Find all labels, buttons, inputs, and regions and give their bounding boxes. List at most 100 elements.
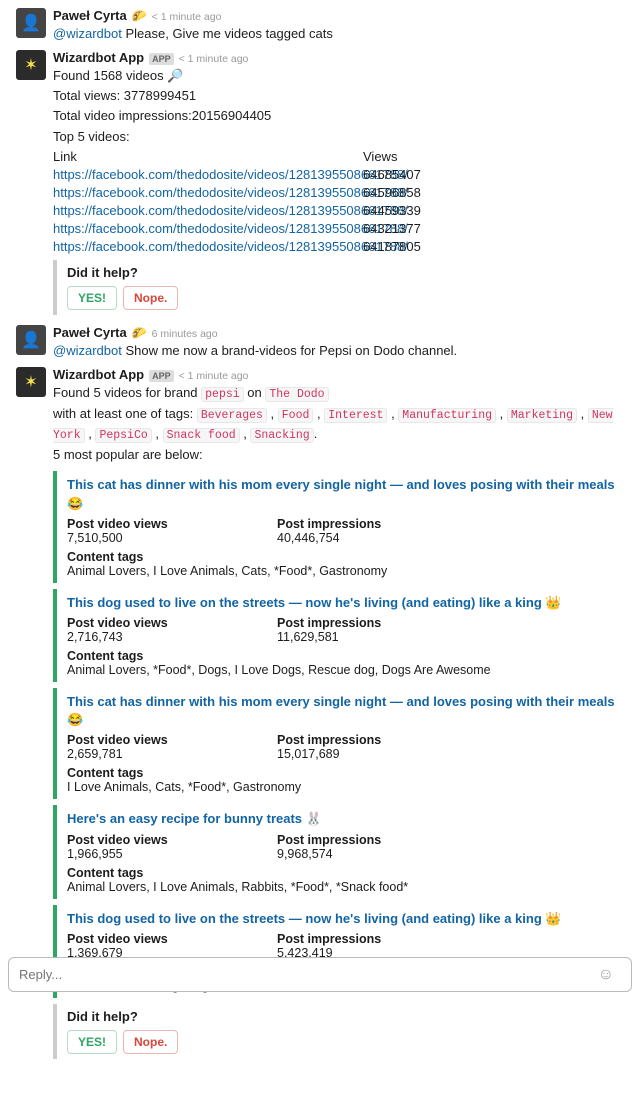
content-tags: Animal Lovers, I Love Animals, Cats, *Fo…	[67, 564, 624, 578]
content-tags: Animal Lovers, *Food*, Dogs, I Love Dogs…	[67, 663, 624, 677]
video-link[interactable]: https://facebook.com/thedodosite/videos/…	[53, 203, 408, 218]
views-value: 2,716,743	[67, 630, 277, 644]
tag-code: Manufacturing	[398, 408, 496, 423]
author-name[interactable]: Paweł Cyrta	[53, 8, 127, 23]
timestamp: < 1 minute ago	[152, 11, 222, 23]
content-tags-label: Content tags	[67, 766, 624, 780]
table-row: https://facebook.com/thedodosite/videos/…	[53, 167, 624, 182]
reply-box: ☺	[8, 957, 632, 992]
impressions-label: Post impressions	[277, 733, 487, 747]
avatar: ✶	[16, 367, 46, 397]
timestamp: 6 minutes ago	[152, 328, 218, 340]
impressions-label: Post impressions	[277, 616, 487, 630]
brand-code: pepsi	[201, 387, 244, 402]
video-link[interactable]: https://facebook.com/thedodosite/videos/…	[53, 221, 408, 236]
impressions-value: 9,968,574	[277, 847, 487, 861]
help-question: Did it help?	[67, 265, 624, 280]
avatar: 👤	[16, 8, 46, 38]
video-attachment: This cat has dinner with his mom every s…	[53, 688, 624, 799]
author-name[interactable]: Paweł Cyrta	[53, 325, 127, 340]
video-link[interactable]: https://facebook.com/thedodosite/videos/…	[53, 239, 408, 254]
views-label: Post video views	[67, 833, 277, 847]
views-label: Post video views	[67, 932, 277, 946]
video-title[interactable]: This dog used to live on the streets — n…	[67, 594, 624, 612]
th-views: Views	[363, 149, 443, 164]
content-tags: I Love Animals, Cats, *Food*, Gastronomy	[67, 780, 624, 794]
tag-code: Snacking	[250, 428, 313, 443]
views-cell: 64459339	[363, 203, 443, 218]
views-value: 2,659,781	[67, 747, 277, 761]
views-value: 7,510,500	[67, 531, 277, 545]
video-attachment: This dog used to live on the streets — n…	[53, 589, 624, 682]
views-cell: 64685407	[363, 167, 443, 182]
content-tags-label: Content tags	[67, 649, 624, 663]
impressions-label: Post impressions	[277, 932, 487, 946]
mention[interactable]: @wizardbot	[53, 26, 122, 41]
nope-button[interactable]: Nope.	[123, 286, 178, 310]
videos-table: Link Views https://facebook.com/thedodos…	[53, 149, 624, 254]
content-tags-label: Content tags	[67, 550, 624, 564]
help-question: Did it help?	[67, 1009, 624, 1024]
impressions-label: Post impressions	[277, 517, 487, 531]
summary-line: 5 most popular are below:	[53, 445, 624, 465]
table-row: https://facebook.com/thedodosite/videos/…	[53, 203, 624, 218]
tag-code: Interest	[324, 408, 387, 423]
yes-button[interactable]: YES!	[67, 1030, 117, 1054]
message-text: @wizardbot Show me now a brand-videos fo…	[53, 341, 624, 361]
bot-line: Top 5 videos:	[53, 127, 624, 147]
feedback-attachment: Did it help? YES! Nope.	[53, 1004, 624, 1059]
channel-code: The Dodo	[265, 387, 328, 402]
views-label: Post video views	[67, 616, 277, 630]
impressions-value: 11,629,581	[277, 630, 487, 644]
tag-code: Marketing	[507, 408, 577, 423]
message-bot: ✶ Wizardbot App APP < 1 minute ago Found…	[0, 46, 640, 321]
reply-input[interactable]	[8, 957, 632, 992]
message-list: 👤 Paweł Cyrta 🌮 < 1 minute ago @wizardbo…	[0, 0, 640, 1113]
video-link[interactable]: https://facebook.com/thedodosite/videos/…	[53, 185, 408, 200]
video-attachment: Here's an easy recipe for bunny treats 🐰…	[53, 805, 624, 898]
app-badge: APP	[149, 370, 174, 382]
content-tags-label: Content tags	[67, 866, 624, 880]
content-tags: Animal Lovers, I Love Animals, Rabbits, …	[67, 880, 624, 894]
timestamp: < 1 minute ago	[179, 370, 249, 382]
app-badge: APP	[149, 53, 174, 65]
views-value: 1,966,955	[67, 847, 277, 861]
table-row: https://facebook.com/thedodosite/videos/…	[53, 239, 624, 254]
views-cell: 64596858	[363, 185, 443, 200]
video-link[interactable]: https://facebook.com/thedodosite/videos/…	[53, 167, 408, 182]
table-row: https://facebook.com/thedodosite/videos/…	[53, 221, 624, 236]
impressions-label: Post impressions	[277, 833, 487, 847]
views-cell: 64321377	[363, 221, 443, 236]
status-emoji: 🌮	[132, 326, 147, 340]
tag-code: Snack food	[163, 428, 240, 443]
views-label: Post video views	[67, 733, 277, 747]
video-title[interactable]: This cat has dinner with his mom every s…	[67, 693, 624, 729]
brand-line: Found 5 videos for brand pepsi on The Do…	[53, 383, 624, 404]
avatar: 👤	[16, 325, 46, 355]
table-row: https://facebook.com/thedodosite/videos/…	[53, 185, 624, 200]
nope-button[interactable]: Nope.	[123, 1030, 178, 1054]
author-name[interactable]: Wizardbot App	[53, 50, 144, 65]
bot-line: Total video impressions:20156904405	[53, 106, 624, 126]
views-label: Post video views	[67, 517, 277, 531]
th-link: Link	[53, 149, 363, 164]
feedback-attachment: Did it help? YES! Nope.	[53, 260, 624, 315]
video-title[interactable]: This cat has dinner with his mom every s…	[67, 476, 624, 512]
tags-line: with at least one of tags: Beverages , F…	[53, 404, 624, 446]
impressions-value: 15,017,689	[277, 747, 487, 761]
video-title[interactable]: Here's an easy recipe for bunny treats 🐰	[67, 810, 624, 828]
video-attachment: This cat has dinner with his mom every s…	[53, 471, 624, 582]
message-text: @wizardbot Please, Give me videos tagged…	[53, 24, 624, 44]
bot-line: Total views: 3778999451	[53, 86, 624, 106]
message-user: 👤 Paweł Cyrta 🌮 6 minutes ago @wizardbot…	[0, 321, 640, 363]
yes-button[interactable]: YES!	[67, 286, 117, 310]
emoji-icon[interactable]: ☺	[598, 966, 614, 984]
avatar: ✶	[16, 50, 46, 80]
tag-code: Beverages	[197, 408, 267, 423]
video-title[interactable]: This dog used to live on the streets — n…	[67, 910, 624, 928]
status-emoji: 🌮	[132, 9, 147, 23]
author-name[interactable]: Wizardbot App	[53, 367, 144, 382]
mention[interactable]: @wizardbot	[53, 343, 122, 358]
bot-line: Found 1568 videos 🔎	[53, 66, 624, 86]
tag-code: PepsiCo	[95, 428, 151, 443]
